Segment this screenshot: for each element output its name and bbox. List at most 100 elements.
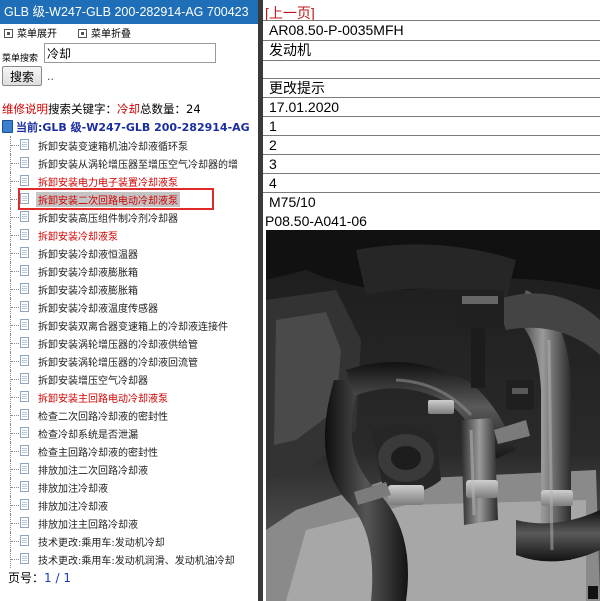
expand-menu-button[interactable]: 菜单展开 xyxy=(4,28,57,42)
tree-item-label: 排放加注冷却液 xyxy=(38,502,108,513)
tree-item-label: 拆卸安装冷却液温度传感器 xyxy=(38,304,158,315)
tree-item-label: 拆卸安装从涡轮增压器至增压空气冷却器的增 xyxy=(38,160,238,171)
result-count-label: 总数量： xyxy=(140,102,186,116)
tree-root-label: 当前:GLB 级-W247-GLB 200-282914-AG xyxy=(16,121,250,134)
tree-item[interactable]: 拆卸安装变速箱机油冷却液循环泵 xyxy=(0,136,258,154)
tree-item[interactable]: 拆卸安装涡轮增压器的冷却液回流管 xyxy=(0,352,258,370)
result-keyword: 冷却 xyxy=(117,102,140,116)
tree-item-label: 拆卸安装冷却液膨胀箱 xyxy=(38,268,138,279)
tree-item[interactable]: 拆卸安装主回路电动冷却液泵 xyxy=(0,388,258,406)
tree-item[interactable]: 技术更改:乘用车:发动机润滑、发动机油冷却 xyxy=(0,550,258,568)
tree-item-label: 拆卸安装双离合器变速箱上的冷却液连接件 xyxy=(38,322,228,333)
document-icon xyxy=(20,553,29,564)
tree-item-label: 拆卸安装增压空气冷却器 xyxy=(38,376,148,387)
tree-item[interactable]: 检查二次回路冷却液的密封性 xyxy=(0,406,258,424)
search-hint: .. xyxy=(47,70,54,83)
book-icon xyxy=(2,120,13,133)
tree-item-label: 拆卸安装涡轮增压器的冷却液回流管 xyxy=(38,358,198,369)
search-label: 菜单搜索 xyxy=(2,54,39,64)
expand-icon xyxy=(4,29,13,38)
tree-item[interactable]: 技术更改:乘用车:发动机冷却 xyxy=(0,532,258,550)
tree-item[interactable]: 拆卸安装增压空气冷却器 xyxy=(0,370,258,388)
tree-item[interactable]: 拆卸安装冷却液膨胀箱 xyxy=(0,262,258,280)
result-count: 24 xyxy=(186,102,201,116)
tree-root[interactable]: 当前:GLB 级-W247-GLB 200-282914-AG xyxy=(2,119,250,135)
pager: 页号：1 / 1 xyxy=(8,569,71,586)
document-icon xyxy=(20,301,29,312)
document-icon xyxy=(20,229,29,240)
pager-value[interactable]: 1 / 1 xyxy=(44,571,71,585)
tree-item-label: 排放加注冷却液 xyxy=(38,484,108,495)
collapse-menu-button[interactable]: 菜单折叠 xyxy=(78,28,131,42)
document-icon xyxy=(20,409,29,420)
tree-item[interactable]: 拆卸安装双离合器变速箱上的冷却液连接件 xyxy=(0,316,258,334)
tree-item[interactable]: 排放加注主回路冷却液 xyxy=(0,514,258,532)
tree-item[interactable]: 拆卸安装高压组件制冷剂冷却器 xyxy=(0,208,258,226)
tree-item[interactable]: 排放加注二次回路冷却液 xyxy=(0,460,258,478)
tree-item-label: 排放加注二次回路冷却液 xyxy=(38,466,148,477)
info-row: M75/10 xyxy=(263,192,600,211)
search-result-summary: 维修说明搜索关键字：冷却总数量：24 xyxy=(2,101,201,117)
document-icon xyxy=(20,319,29,330)
expand-menu-label: 菜单展开 xyxy=(17,29,57,40)
document-icon xyxy=(20,139,29,150)
document-icon xyxy=(20,337,29,348)
document-icon xyxy=(20,355,29,366)
info-row: 2 xyxy=(263,135,600,154)
tree-item[interactable]: 检查主回路冷却液的密封性 xyxy=(0,442,258,460)
document-icon xyxy=(20,535,29,546)
document-icon xyxy=(20,463,29,474)
vehicle-title-bar: GLB 级-W247-GLB 200-282914-AG 700423 xyxy=(0,0,258,24)
info-row: 更改提示 xyxy=(263,78,600,97)
tree-item[interactable]: 检查冷却系统是否泄漏 xyxy=(0,424,258,442)
search-button[interactable]: 搜索 xyxy=(2,66,42,86)
info-row: 发动机 xyxy=(263,40,600,59)
tree-item[interactable]: 排放加注冷却液 xyxy=(0,496,258,514)
tree-item[interactable]: 拆卸安装冷却液膨胀箱 xyxy=(0,280,258,298)
tree-item[interactable]: 拆卸安装冷却液恒温器 xyxy=(0,244,258,262)
collapse-menu-label: 菜单折叠 xyxy=(91,29,131,40)
tree-item-label: 检查主回路冷却液的密封性 xyxy=(38,448,158,459)
collapse-icon xyxy=(78,29,87,38)
document-icon xyxy=(20,427,29,438)
selection-highlight-box xyxy=(18,188,214,210)
search-input[interactable] xyxy=(44,43,216,63)
tree-item-label: 拆卸安装涡轮增压器的冷却液供给管 xyxy=(38,340,198,351)
document-pane: [上一页] AR08.50-P-0035MFH 发动机 更改提示 17.01.2020… xyxy=(263,0,600,601)
image-reference: P08.50-A041-06 xyxy=(265,213,367,229)
document-icon xyxy=(20,391,29,402)
document-icon xyxy=(20,265,29,276)
document-icon xyxy=(20,373,29,384)
info-row: 3 xyxy=(263,154,600,173)
tree-item-label: 拆卸安装变速箱机油冷却液循环泵 xyxy=(38,142,188,153)
tree-item[interactable]: 拆卸安装冷却液泵 xyxy=(0,226,258,244)
tree-item-label: 技术更改:乘用车:发动机润滑、发动机油冷却 xyxy=(38,556,235,567)
tree-item-label: 拆卸安装冷却液泵 xyxy=(38,232,118,243)
document-icon xyxy=(20,517,29,528)
result-keyword-label: 搜索关键字： xyxy=(48,102,117,116)
navigation-pane: GLB 级-W247-GLB 200-282914-AG 700423 菜单展开… xyxy=(0,0,258,601)
document-icon xyxy=(20,283,29,294)
tree-item-label: 拆卸安装电力电子装置冷却液泵 xyxy=(38,178,178,189)
tree-item-label: 拆卸安装高压组件制冷剂冷却器 xyxy=(38,214,178,225)
tree-item-label: 拆卸安装冷却液恒温器 xyxy=(38,250,138,261)
result-category: 维修说明 xyxy=(2,102,48,116)
document-icon xyxy=(20,499,29,510)
info-row: 1 xyxy=(263,116,600,135)
document-icon xyxy=(20,445,29,456)
engine-bay-photo xyxy=(266,230,600,601)
tree-item-label: 拆卸安装主回路电动冷却液泵 xyxy=(38,394,168,405)
document-icon xyxy=(20,157,29,168)
tree-item[interactable]: 排放加注冷却液 xyxy=(0,478,258,496)
info-row xyxy=(263,60,600,79)
tree-item[interactable]: 拆卸安装从涡轮增压器至增压空气冷却器的增 xyxy=(0,154,258,172)
document-icon xyxy=(20,481,29,492)
tree-item-label: 技术更改:乘用车:发动机冷却 xyxy=(38,538,165,549)
info-row: 4 xyxy=(263,173,600,192)
tree-item-label: 检查冷却系统是否泄漏 xyxy=(38,430,138,441)
info-row: 17.01.2020 xyxy=(263,97,600,116)
tree-item[interactable]: 拆卸安装涡轮增压器的冷却液供给管 xyxy=(0,334,258,352)
info-row: AR08.50-P-0035MFH xyxy=(263,20,600,39)
tree-item-label: 拆卸安装冷却液膨胀箱 xyxy=(38,286,138,297)
tree-item[interactable]: 拆卸安装冷却液温度传感器 xyxy=(0,298,258,316)
